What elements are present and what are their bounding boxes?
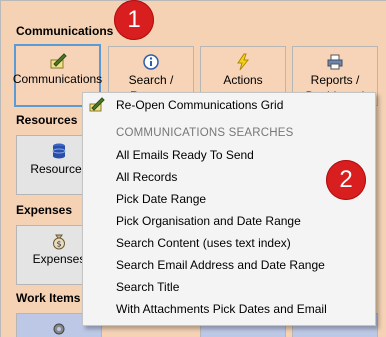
database-icon xyxy=(51,141,67,161)
section-expenses-label: Expenses xyxy=(16,203,73,217)
menu-item[interactable]: All Emails Ready To Send xyxy=(83,144,375,166)
section-communications-label: Communications xyxy=(16,24,114,38)
section-resources-label: Resources xyxy=(16,113,78,127)
printer-icon xyxy=(326,52,344,72)
gear-icon xyxy=(51,319,67,337)
info-icon xyxy=(142,52,160,72)
communications-tile-label: Communications xyxy=(12,72,103,86)
step-badge-one: 1 xyxy=(114,0,154,40)
menu-item[interactable]: Search Email Address and Date Range xyxy=(83,254,375,276)
step-badge-two: 2 xyxy=(326,160,366,200)
expenses-tile-label: Expenses xyxy=(32,252,86,266)
money-bag-icon: $ xyxy=(51,231,67,251)
menu-item[interactable]: Search Content (uses text index) xyxy=(83,232,375,254)
svg-text:$: $ xyxy=(56,240,61,249)
pen-paper-icon xyxy=(88,97,106,113)
communications-context-menu: Re-Open Communications Grid COMMUNICATIO… xyxy=(82,92,376,326)
menu-item[interactable]: Search Title xyxy=(83,276,375,298)
menu-item-reopen-label: Re-Open Communications Grid xyxy=(116,98,284,112)
section-work-items-label: Work Items xyxy=(16,291,81,305)
pen-paper-icon xyxy=(49,51,67,71)
menu-section-header: COMMUNICATIONS SEARCHES xyxy=(116,127,294,139)
menu-item-reopen-grid[interactable]: Re-Open Communications Grid xyxy=(83,94,375,116)
menu-item[interactable]: With Attachments Pick Dates and Email xyxy=(83,298,375,320)
menu-item[interactable]: Pick Organisation and Date Range xyxy=(83,210,375,232)
actions-tile-label: Actions xyxy=(223,73,263,87)
lightning-icon xyxy=(235,52,251,72)
